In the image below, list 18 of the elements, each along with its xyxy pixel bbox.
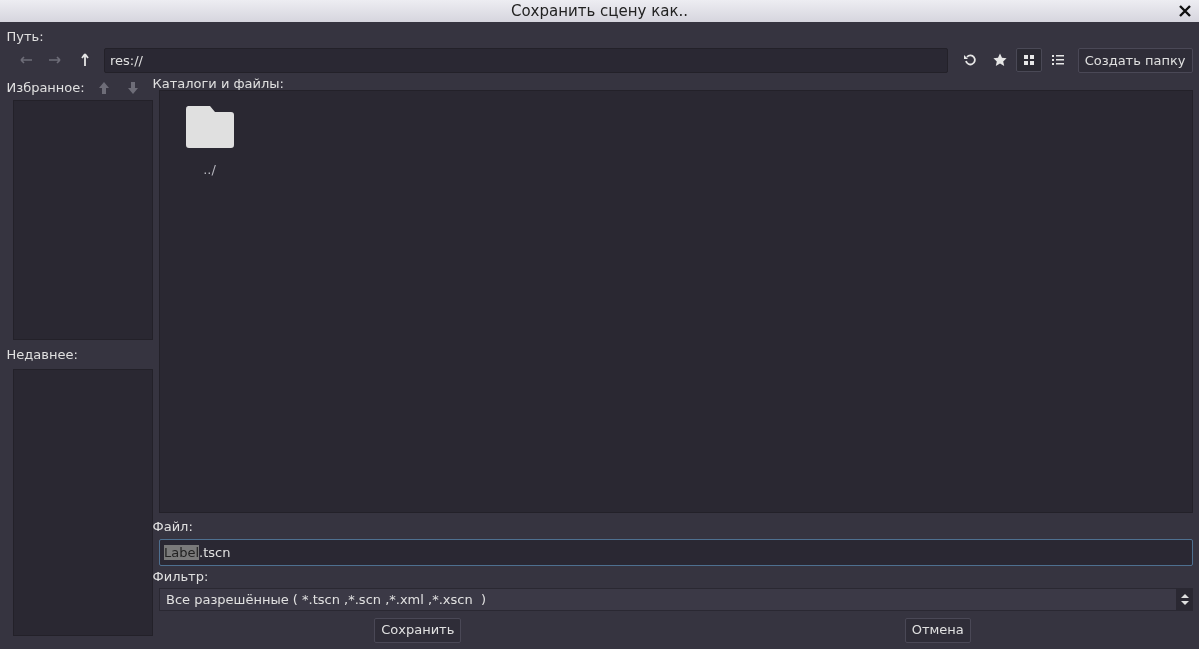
filter-label: Фильтр: xyxy=(152,568,210,585)
path-field[interactable]: res:// xyxy=(104,47,948,73)
window-title: Сохранить сцену как.. xyxy=(510,2,689,20)
close-icon[interactable] xyxy=(1177,3,1193,19)
filter-dropdown[interactable]: Все разрешённые ( *.tscn ,*.scn ,*.xml ,*.xscn ) xyxy=(159,588,1177,611)
star-icon[interactable] xyxy=(991,52,1008,69)
file-name-field[interactable]: Label.tscn xyxy=(159,538,1193,566)
file-label: Файл: xyxy=(152,519,194,536)
path-label: Путь: xyxy=(6,28,45,45)
folder-icon[interactable] xyxy=(184,103,235,150)
grid-view-icon[interactable] xyxy=(1015,48,1042,73)
recent-label: Недавнее: xyxy=(6,346,79,363)
files-label: Каталоги и файлы: xyxy=(152,76,285,90)
create-folder-button[interactable]: Создать папку xyxy=(1077,47,1193,73)
dialog-button[interactable]: Сохранить xyxy=(374,617,462,643)
favorites-label: Избранное: xyxy=(6,80,85,96)
dialog-button[interactable]: Отмена xyxy=(904,617,971,643)
folder-name: ../ xyxy=(203,160,216,179)
